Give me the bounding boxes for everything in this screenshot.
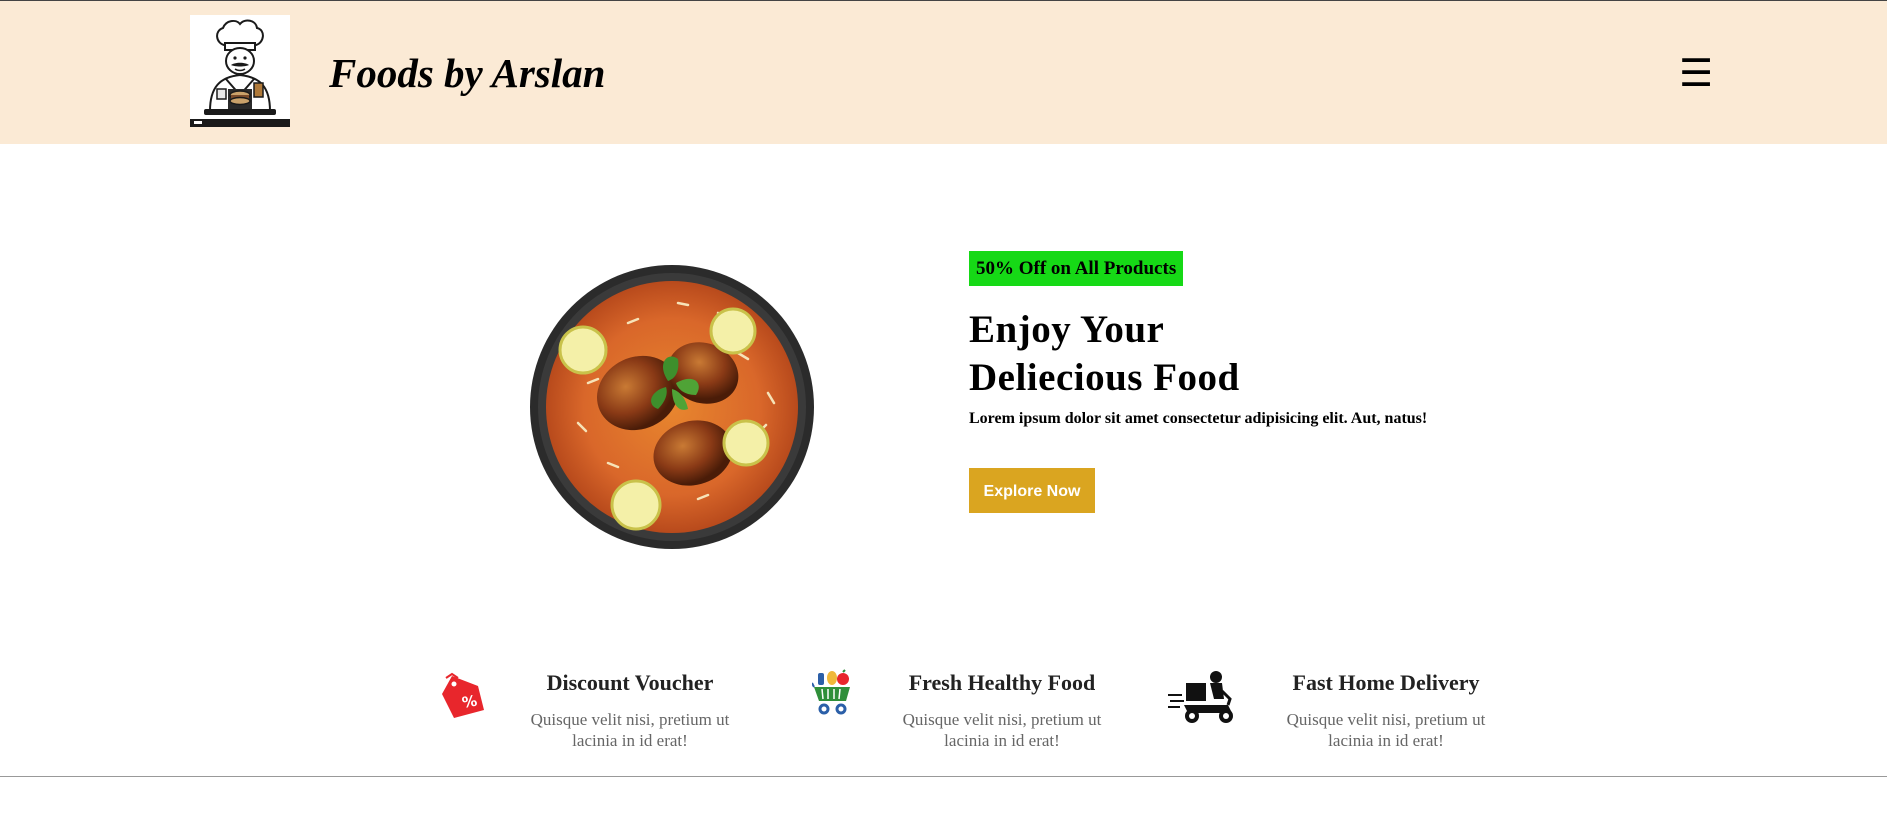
discount-tag-icon: % <box>440 670 484 723</box>
grocery-cart-icon <box>811 669 852 720</box>
feature-description: Quisque velit nisi, pretium ut lacinia i… <box>1256 709 1516 751</box>
feature-discount-voucher: % Discount Voucher Quisque velit nisi, p… <box>440 666 780 756</box>
brand-name[interactable]: Foods by Arslan <box>329 49 605 97</box>
hero-title-line-1: Enjoy Your <box>969 308 1165 351</box>
hero-subtitle: Lorem ipsum dolor sit amet consectetur a… <box>969 410 1428 427</box>
site-header: Foods by Arslan ☰ <box>0 1 1887 144</box>
section-divider <box>0 776 1887 777</box>
feature-desc-line-1: Quisque velit nisi, pretium ut <box>902 710 1102 729</box>
feature-desc-line-1: Quisque velit nisi, pretium ut <box>530 710 730 729</box>
hero-title-line-2: Deliecious Food <box>969 356 1240 399</box>
feature-title: Fast Home Delivery <box>1292 670 1480 695</box>
feature-fresh-healthy-food: Fresh Healthy Food Quisque velit nisi, p… <box>811 666 1152 756</box>
feature-desc-line-2: lacinia in id erat! <box>944 731 1060 750</box>
discount-badge: 50% Off on All Products <box>969 251 1184 286</box>
svg-text:%: % <box>461 692 479 712</box>
feature-title: Discount Voucher <box>546 670 714 695</box>
hero-food-image <box>528 263 816 551</box>
feature-desc-line-1: Quisque velit nisi, pretium ut <box>1286 710 1486 729</box>
feature-description: Quisque velit nisi, pretium ut lacinia i… <box>872 709 1132 751</box>
hero-title: Enjoy Your Deliecious Food <box>969 306 1240 402</box>
hamburger-menu-icon[interactable]: ☰ <box>1676 53 1716 93</box>
feature-description: Quisque velit nisi, pretium ut lacinia i… <box>500 709 760 751</box>
delivery-scooter-icon <box>1168 669 1238 730</box>
feature-fast-home-delivery: Fast Home Delivery Quisque velit nisi, p… <box>1168 666 1528 756</box>
chef-logo[interactable] <box>190 15 290 127</box>
explore-now-button[interactable]: Explore Now <box>969 468 1095 513</box>
feature-desc-line-2: lacinia in id erat! <box>572 731 688 750</box>
feature-desc-line-2: lacinia in id erat! <box>1328 731 1444 750</box>
feature-title: Fresh Healthy Food <box>908 670 1096 695</box>
